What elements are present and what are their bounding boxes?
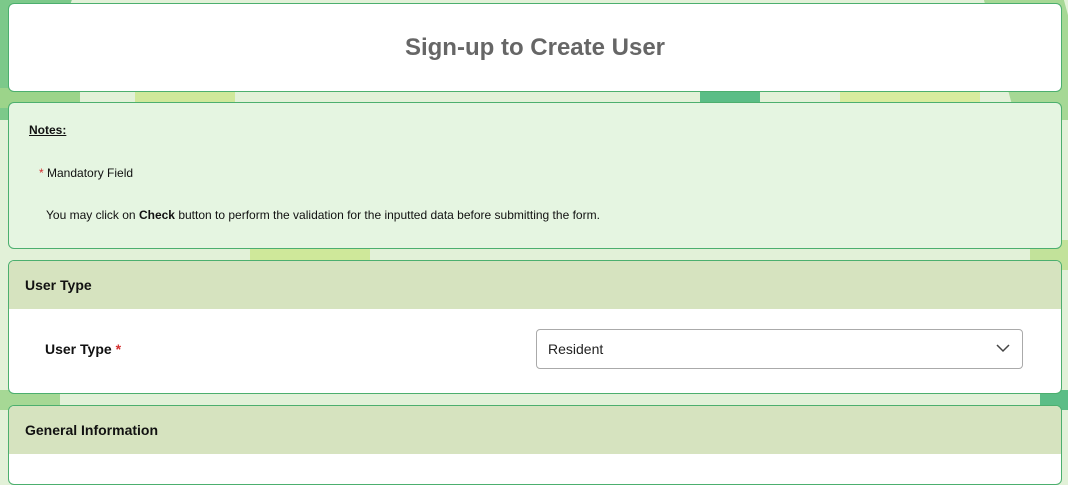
user-type-section-header: User Type [9, 261, 1061, 309]
general-information-card: General Information [8, 405, 1062, 485]
user-type-selected-value: Resident [548, 341, 604, 357]
chevron-down-icon [996, 344, 1010, 353]
required-asterisk: * [115, 341, 122, 357]
title-card: Sign-up to Create User [8, 3, 1062, 92]
user-type-select[interactable]: Resident [536, 329, 1023, 369]
user-type-label: User Type * [45, 341, 121, 357]
general-information-section-header: General Information [9, 406, 1061, 454]
user-type-card: User Type User Type * Resident [8, 260, 1062, 394]
user-type-label-text: User Type [45, 341, 112, 357]
required-asterisk: * [39, 166, 44, 180]
notes-card: Notes: * Mandatory Field You may click o… [8, 102, 1062, 249]
check-note-button-name: Check [138, 208, 175, 222]
check-note: You may click on Check button to perform… [46, 208, 600, 222]
notes-heading: Notes: [29, 123, 67, 137]
check-note-prefix: You may click on [46, 208, 136, 222]
page-title: Sign-up to Create User [404, 33, 666, 61]
mandatory-note-text: Mandatory Field [47, 166, 134, 180]
check-note-suffix: button to perform the validation for the… [178, 208, 600, 222]
mandatory-note: * Mandatory Field [39, 166, 133, 180]
